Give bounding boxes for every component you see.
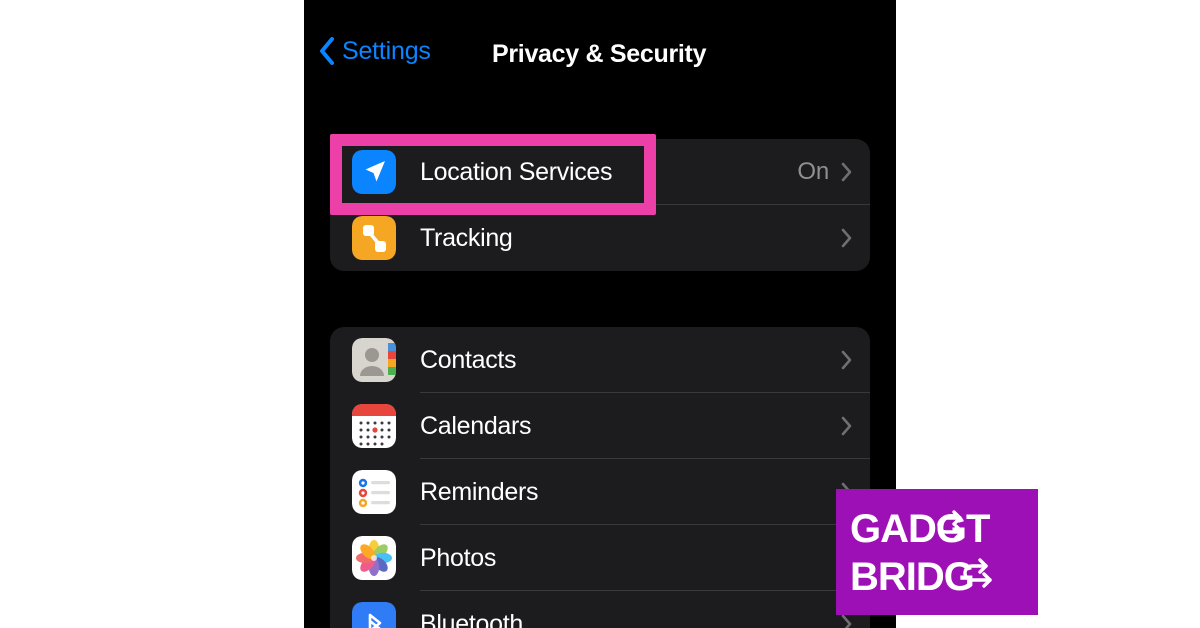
row-accessory [841,614,870,628]
row-value: On [797,158,829,185]
row-accessory: On [797,158,870,186]
chevron-right-icon [841,416,852,436]
chevron-right-icon [841,162,852,182]
calendars-icon [352,404,396,448]
row-bluetooth[interactable]: Bluetooth [330,591,870,628]
photos-icon [352,536,396,580]
watermark-wordmark: GADG T BRIDG [850,507,992,599]
location-services-icon [352,150,396,194]
row-label: Bluetooth [420,609,523,628]
row-calendars[interactable]: Calendars [330,393,870,459]
back-button[interactable]: Settings [318,36,431,66]
chevron-right-icon [841,350,852,370]
screenshot-canvas: Settings Privacy & Security Location Ser… [0,0,1200,628]
tracking-icon [352,216,396,260]
watermark-logo: GADG T BRIDG [836,489,1038,615]
row-label: Calendars [420,411,532,440]
contacts-icon [352,338,396,382]
row-accessory [841,350,870,370]
svg-text:GADG: GADG [850,507,966,551]
row-reminders[interactable]: Reminders [330,459,870,525]
navigation-bar: Settings Privacy & Security [304,0,896,96]
chevron-left-icon [318,36,335,66]
chevron-right-icon [841,614,852,628]
settings-group-app-permissions: Contacts Calendars Reminders Photos Blue… [330,327,870,628]
row-photos[interactable]: Photos [330,525,870,591]
page-title: Privacy & Security [492,40,707,68]
row-contacts[interactable]: Contacts [330,327,870,393]
row-accessory [829,228,870,248]
row-label: Contacts [420,345,517,374]
svg-text:BRIDG: BRIDG [850,555,974,599]
reminders-icon [352,470,396,514]
phone-screen: Settings Privacy & Security Location Ser… [304,0,896,628]
settings-group-privacy: Location Services On Tracking [330,139,870,271]
row-location-services[interactable]: Location Services On [330,139,870,205]
row-accessory [841,416,870,436]
svg-text:T: T [966,507,990,551]
chevron-right-icon [841,228,852,248]
row-label: Reminders [420,477,539,506]
row-label: Tracking [420,223,513,252]
row-label: Location Services [420,157,613,186]
row-label: Photos [420,543,497,572]
back-button-label: Settings [342,37,431,65]
row-tracking[interactable]: Tracking [330,205,870,271]
bluetooth-icon [352,602,396,628]
